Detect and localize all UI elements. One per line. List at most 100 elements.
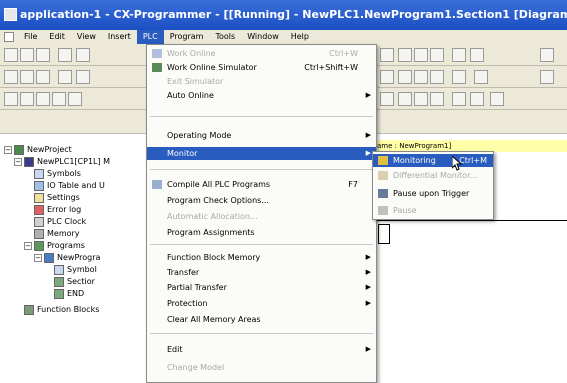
coil-icon[interactable] xyxy=(414,70,428,84)
submenu-item-pause-upon-trigger[interactable]: Pause upon Trigger xyxy=(373,187,493,200)
menu-tools[interactable]: Tools xyxy=(209,30,241,44)
menu-item-program-assignments[interactable]: Program Assignments xyxy=(147,226,376,239)
collapse-icon[interactable]: − xyxy=(24,242,32,250)
menu-item-monitor[interactable]: Monitor ▶ xyxy=(147,147,376,160)
menu-plc[interactable]: PLC xyxy=(136,30,164,44)
pause-icon[interactable] xyxy=(430,92,444,106)
tree-node-plc[interactable]: − NewPLC1[CP1L] M xyxy=(14,156,110,168)
stop-icon[interactable] xyxy=(414,92,428,106)
menu-item-clear-all-memory[interactable]: Clear All Memory Areas xyxy=(147,313,376,326)
menu-item-change-model[interactable]: Change Model xyxy=(147,361,376,374)
menu-item-function-block-memory[interactable]: Function Block Memory ▶ xyxy=(147,251,376,264)
tree-node-symbols[interactable]: Symbols xyxy=(34,168,81,180)
address-icon[interactable] xyxy=(20,92,34,106)
collapse-icon[interactable]: − xyxy=(34,254,42,262)
rung-icon[interactable] xyxy=(68,92,82,106)
submenu-item-pause[interactable]: Pause xyxy=(373,204,493,217)
trigger-icon[interactable] xyxy=(470,92,484,106)
print-icon[interactable] xyxy=(76,48,90,62)
submenu-item-monitoring[interactable]: Monitoring Ctrl+M xyxy=(373,154,493,167)
section-icon[interactable] xyxy=(36,92,50,106)
menu-edit[interactable]: Edit xyxy=(43,30,71,44)
zoom-out-icon[interactable] xyxy=(20,70,34,84)
skip-icon[interactable] xyxy=(452,92,466,106)
menu-item-edit[interactable]: Edit ▶ xyxy=(147,343,376,356)
menu-item-exit-simulator[interactable]: Exit Simulator xyxy=(147,75,376,88)
menu-program[interactable]: Program xyxy=(164,30,210,44)
clock-icon xyxy=(34,217,44,227)
rung-cursor-box[interactable] xyxy=(378,224,390,244)
find-icon[interactable] xyxy=(58,70,72,84)
tree-node-project[interactable]: − NewProject xyxy=(4,144,72,156)
submenu-arrow-icon: ▶ xyxy=(365,283,371,291)
run-icon[interactable] xyxy=(470,48,484,62)
zoom-in-icon[interactable] xyxy=(4,70,18,84)
menu-item-operating-mode[interactable]: Operating Mode ▶ xyxy=(147,129,376,142)
tree-node-programs[interactable]: − Programs xyxy=(24,240,85,252)
menu-view[interactable]: View xyxy=(71,30,102,44)
line-icon[interactable] xyxy=(430,70,444,84)
monitor-icon[interactable] xyxy=(430,48,444,62)
tree-label: Memory xyxy=(47,229,80,238)
submenu-item-differential-monitor[interactable]: Differential Monitor... xyxy=(373,169,493,182)
program-icon[interactable] xyxy=(52,92,66,106)
menu-file[interactable]: File xyxy=(18,30,43,44)
document-icon[interactable] xyxy=(4,32,14,42)
menu-insert[interactable]: Insert xyxy=(102,30,137,44)
settings-icon[interactable] xyxy=(540,70,554,84)
tree-node-io-table[interactable]: IO Table and U xyxy=(34,180,105,192)
transfer-icon[interactable] xyxy=(398,48,412,62)
step-icon[interactable] xyxy=(380,92,394,106)
online-icon[interactable] xyxy=(380,48,394,62)
tree-node-plc-clock[interactable]: PLC Clock xyxy=(34,216,86,228)
tree-node-settings[interactable]: Settings xyxy=(34,192,80,204)
function-block-icon xyxy=(24,305,34,315)
menu-item-program-check[interactable]: Program Check Options... xyxy=(147,194,376,207)
tree-label: Error log xyxy=(47,205,82,214)
tree-node-symbol[interactable]: Symbol xyxy=(54,264,97,276)
window-icon[interactable] xyxy=(540,48,554,62)
delete-line-icon[interactable] xyxy=(452,70,466,84)
submenu-arrow-icon: ▶ xyxy=(365,91,371,99)
menu-window[interactable]: Window xyxy=(241,30,285,44)
submenu-arrow-icon: ▶ xyxy=(365,253,371,261)
tree-label: Function Blocks xyxy=(37,305,100,314)
menu-item-automatic-allocation[interactable]: Automatic Allocation... xyxy=(147,210,376,223)
mode-icon[interactable] xyxy=(452,48,466,62)
tree-node-section[interactable]: Sectior xyxy=(54,276,95,288)
instruction-icon[interactable] xyxy=(474,70,488,84)
grid-icon[interactable] xyxy=(76,70,90,84)
menu-separator xyxy=(150,116,373,117)
open-folder-icon[interactable] xyxy=(20,48,34,62)
menu-item-partial-transfer[interactable]: Partial Transfer ▶ xyxy=(147,281,376,294)
zoom-fit-icon[interactable] xyxy=(36,70,50,84)
section-icon xyxy=(54,277,64,287)
window-title: application-1 - CX-Programmer - [[Runnin… xyxy=(20,8,567,21)
menu-item-compile-all[interactable]: Compile All PLC Programs F7 xyxy=(147,178,376,191)
play-icon[interactable] xyxy=(398,92,412,106)
menu-item-transfer[interactable]: Transfer ▶ xyxy=(147,266,376,279)
tree-node-error-log[interactable]: Error log xyxy=(34,204,81,216)
menu-item-auto-online[interactable]: Auto Online ▶ xyxy=(147,89,376,102)
menu-help[interactable]: Help xyxy=(285,30,315,44)
bookmark-icon[interactable] xyxy=(490,92,504,106)
collapse-icon[interactable]: − xyxy=(14,158,22,166)
menu-item-work-online[interactable]: Work Online Ctrl+W xyxy=(147,47,376,60)
contact-closed-icon[interactable] xyxy=(398,70,412,84)
tree-node-memory[interactable]: Memory xyxy=(34,228,80,240)
menu-item-protection[interactable]: Protection ▶ xyxy=(147,297,376,310)
collapse-icon[interactable]: − xyxy=(4,146,12,154)
differential-monitor-icon xyxy=(378,171,388,180)
contact-open-icon[interactable] xyxy=(380,70,394,84)
tree-node-function-blocks[interactable]: Function Blocks xyxy=(24,304,99,316)
tree-node-end[interactable]: END xyxy=(54,288,84,300)
cross-reference-icon[interactable] xyxy=(4,92,18,106)
undo-icon[interactable] xyxy=(58,48,72,62)
save-icon[interactable] xyxy=(36,48,50,62)
title-bar: application-1 - CX-Programmer - [[Runnin… xyxy=(0,0,567,30)
compare-icon[interactable] xyxy=(414,48,428,62)
menu-item-work-online-simulator[interactable]: Work Online Simulator Ctrl+Shift+W xyxy=(147,61,376,74)
work-online-icon xyxy=(152,49,162,58)
tree-node-newprogram[interactable]: − NewProgra xyxy=(34,252,100,264)
new-file-icon[interactable] xyxy=(4,48,18,62)
